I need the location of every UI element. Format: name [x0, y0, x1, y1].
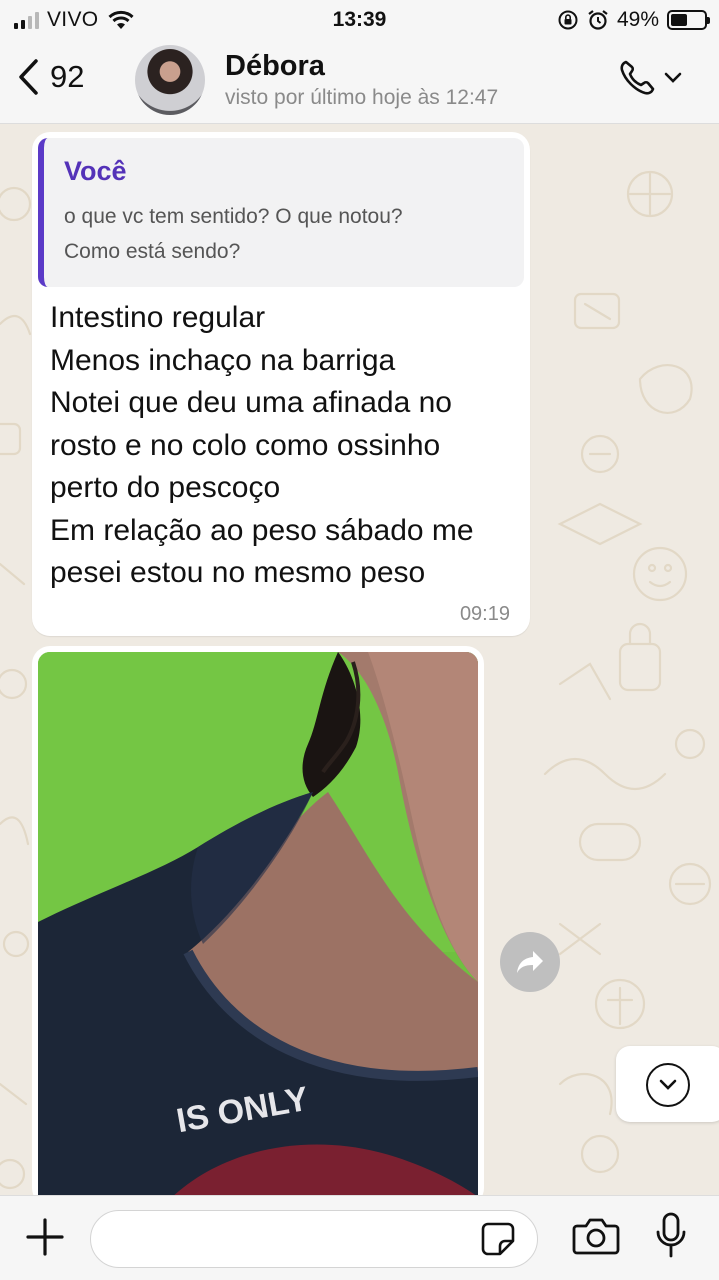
forward-icon [517, 951, 543, 973]
battery-percent: 49% [616, 8, 659, 31]
chevron-down-icon [664, 72, 682, 83]
alarm-icon [588, 10, 608, 30]
rotation-lock-icon [558, 10, 578, 30]
photo-image[interactable]: IS ONLY [38, 652, 478, 1195]
camera-icon [572, 1218, 620, 1255]
microphone-icon [656, 1212, 686, 1258]
battery-icon [667, 10, 710, 30]
microphone-button[interactable] [654, 1212, 688, 1265]
quoted-message[interactable]: Você o que vc tem sentido? O que notou? … [38, 138, 524, 287]
quote-text: o que vc tem sentido? O que notou? Como … [64, 205, 403, 263]
plus-icon [26, 1218, 64, 1256]
quote-author: Você [64, 156, 127, 186]
message-bubble[interactable]: Você o que vc tem sentido? O que notou? … [32, 132, 530, 636]
call-button[interactable] [617, 58, 683, 98]
avatar[interactable] [135, 45, 205, 115]
message-time: 09:19 [459, 602, 510, 625]
sticker-button[interactable] [480, 1221, 516, 1262]
chevron-down-icon [659, 1079, 677, 1090]
scroll-to-bottom-button[interactable] [616, 1046, 719, 1122]
chevron-left-icon [19, 59, 38, 95]
contact-name[interactable]: Débora [225, 50, 325, 83]
input-bar [0, 1195, 719, 1280]
chat-header: 92 Débora visto por último hoje às 12:47 [0, 40, 719, 124]
status-bar: VIVO 13:39 49% [0, 0, 719, 40]
photo-content: IS ONLY [38, 652, 478, 1195]
last-seen-status: visto por último hoje às 12:47 [225, 86, 499, 109]
chat-area[interactable]: Você o que vc tem sentido? O que notou? … [0, 124, 719, 1195]
status-right: 49% [557, 8, 710, 32]
phone-icon [620, 60, 655, 95]
photo-message[interactable]: IS ONLY [32, 646, 484, 1195]
message-input[interactable] [90, 1210, 538, 1268]
scroll-circle [646, 1063, 690, 1107]
sticker-icon [481, 1222, 515, 1256]
message-text: Intestino regular Menos inchaço na barri… [50, 301, 474, 589]
back-button[interactable]: 92 [16, 58, 84, 96]
unread-count: 92 [50, 59, 85, 94]
camera-button[interactable] [572, 1216, 620, 1261]
forward-button[interactable] [500, 932, 560, 992]
attach-button[interactable] [24, 1216, 66, 1263]
